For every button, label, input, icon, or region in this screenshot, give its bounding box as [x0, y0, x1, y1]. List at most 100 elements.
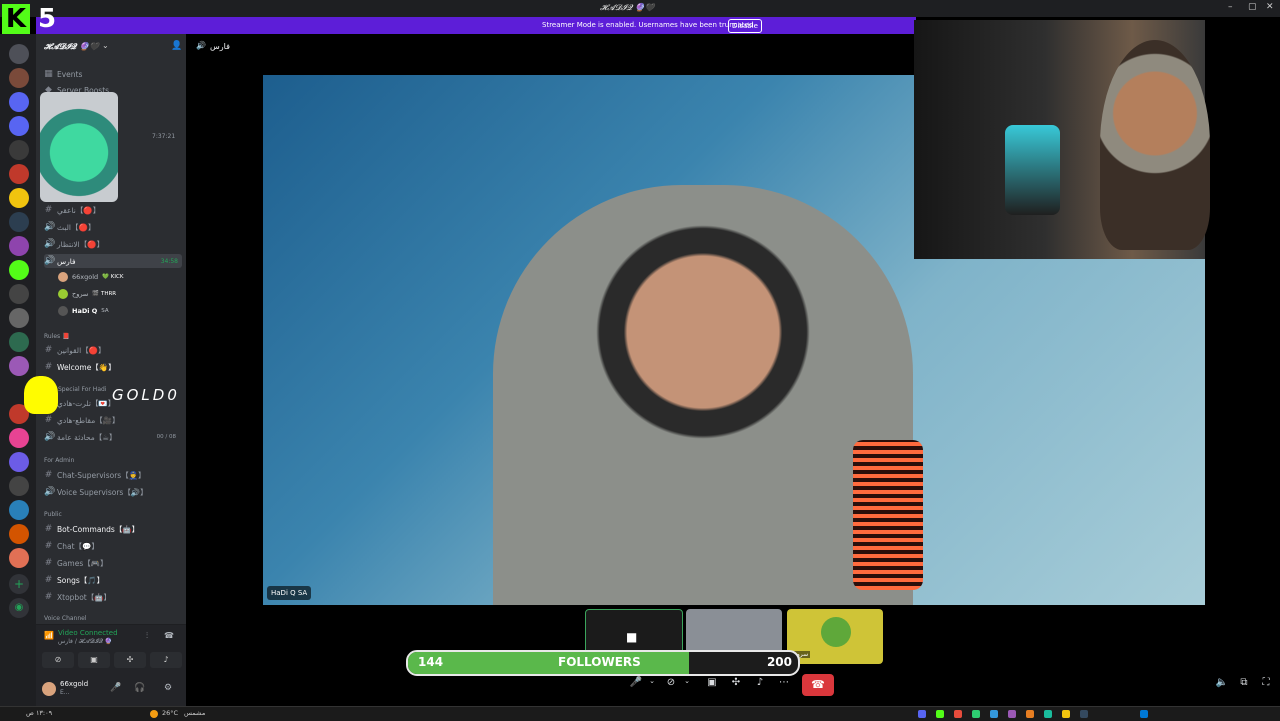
server-icon[interactable] [9, 164, 29, 184]
chevron-down-icon[interactable]: ⌄ [102, 41, 109, 50]
channel-label: Voice Supervisors【🔊】 [57, 487, 148, 497]
category-special[interactable]: Special For Hadi [58, 386, 106, 393]
microphone-visual [853, 440, 923, 590]
server-icon[interactable] [9, 356, 29, 376]
avatar[interactable] [42, 682, 56, 696]
events-item[interactable]: ▦ Events [44, 67, 184, 81]
server-icon[interactable] [9, 68, 29, 88]
channel-item[interactable]: # ناعقي【🔴】 [44, 203, 184, 217]
taskbar-app-icon[interactable] [1044, 710, 1052, 718]
frog-avatar [821, 617, 851, 647]
server-icon[interactable] [9, 44, 29, 64]
hash-icon: # [44, 575, 53, 585]
start-icon[interactable] [1140, 710, 1148, 718]
screen-share-icon[interactable]: ▣ [703, 677, 721, 693]
server-icon[interactable] [9, 308, 29, 328]
server-icon[interactable] [9, 500, 29, 520]
more-icon[interactable]: ⋯ [775, 677, 793, 693]
channel-item[interactable]: # Welcome【👋】 [44, 360, 184, 374]
disconnect-icon[interactable]: ☎ [164, 631, 174, 640]
category-public[interactable]: Public [44, 511, 62, 518]
close-icon[interactable]: ✕ [1266, 2, 1274, 12]
taskbar-time: ١٣:٠٩ ص [26, 709, 53, 717]
channel-label: تلرت-هادي【💌】 [57, 398, 116, 408]
headphones-icon[interactable]: 🎧 [134, 683, 145, 693]
speaker-icon: 🔊 [44, 222, 56, 232]
channel-item[interactable]: # القوانين【🔴】 [44, 343, 184, 357]
maximize-icon[interactable]: ▢ [1248, 2, 1257, 12]
voice-member[interactable]: HaDi Q SA [58, 306, 109, 316]
noise-suppression-icon[interactable]: ⫶ [146, 631, 148, 641]
server-icon[interactable] [9, 428, 29, 448]
taskbar-app-icon[interactable] [918, 710, 926, 718]
video-toggle-button[interactable]: ⊘ [42, 652, 74, 668]
member-name: 66xgold [72, 273, 99, 281]
taskbar-app-icon[interactable] [1062, 710, 1070, 718]
activities-icon[interactable]: ✣ [727, 677, 745, 693]
add-friend-icon[interactable]: 👤 [171, 41, 182, 51]
chevron-down-icon[interactable]: ⌄ [643, 677, 661, 693]
server-icon[interactable] [9, 524, 29, 544]
channel-item[interactable]: # Songs【🎵】 [44, 573, 184, 587]
server-icon[interactable] [9, 92, 29, 112]
avatar [58, 272, 68, 282]
active-voice-channel[interactable]: 🔊 فارس 34:58 [44, 254, 182, 268]
gear-icon[interactable]: ⚙ [164, 683, 172, 693]
taskbar-weather: 26°C [162, 709, 179, 717]
chevron-down-icon[interactable]: ⌄ [678, 677, 696, 693]
volume-icon[interactable]: 🔈 [1213, 677, 1231, 693]
channel-item[interactable]: # Bot-Commands【🤖】 [44, 522, 184, 536]
channel-item[interactable]: # مقاطع-هادي【🎥】 [44, 413, 184, 427]
voice-member[interactable]: 66xgold 💚 KICK [58, 272, 123, 282]
channel-item[interactable]: # Xtopbot【🤖】 [44, 590, 184, 604]
activities-button[interactable]: ✣ [114, 652, 146, 668]
kick-number: 5 [38, 4, 57, 34]
server-icon[interactable] [9, 452, 29, 472]
streamer-mode-banner: Streamer Mode is enabled. Usernames have… [36, 17, 916, 34]
server-icon[interactable] [9, 476, 29, 496]
hash-icon: # [44, 415, 53, 425]
voice-member[interactable]: سروح 🎬 THRR [58, 289, 116, 299]
channel-item[interactable]: 🔊 الانتظار【🔴】 [44, 237, 184, 251]
taskbar-app-icon[interactable] [936, 710, 944, 718]
server-icon[interactable] [9, 116, 29, 136]
channel-label: القوانين【🔴】 [57, 345, 106, 355]
server-icon[interactable] [9, 260, 29, 280]
server-icon[interactable] [9, 332, 29, 352]
avatar [58, 289, 68, 299]
server-icon[interactable] [9, 236, 29, 256]
taskbar-app-icon[interactable] [972, 710, 980, 718]
add-server-icon[interactable]: + [9, 574, 29, 594]
category-admin[interactable]: For Admin [44, 457, 74, 464]
channel-item[interactable]: 🔊 Voice Supervisors【🔊】 [44, 485, 184, 499]
channel-item[interactable]: 🔊 محادثة عامة【☕】 00 / 08 [44, 430, 184, 444]
taskbar-app-icon[interactable] [954, 710, 962, 718]
microphone-icon[interactable]: 🎤 [110, 683, 121, 693]
minimize-icon[interactable]: – [1228, 2, 1233, 12]
hang-up-button[interactable]: ☎ [802, 674, 834, 696]
server-icon[interactable] [9, 548, 29, 568]
channel-item[interactable]: # Games【🎮】 [44, 556, 184, 570]
taskbar-app-icon[interactable] [1026, 710, 1034, 718]
soundboard-button[interactable]: ♪ [150, 652, 182, 668]
explore-icon[interactable]: ◉ [9, 598, 29, 618]
popout-icon[interactable]: ⧉ [1235, 677, 1253, 693]
channel-item[interactable]: # Chat【💬】 [44, 539, 184, 553]
server-icon[interactable] [9, 284, 29, 304]
taskbar-app-icon[interactable] [1008, 710, 1016, 718]
disable-streamer-mode-button[interactable]: Disable [728, 19, 762, 33]
server-icon[interactable] [9, 212, 29, 232]
fullscreen-icon[interactable]: ⛶ [1257, 677, 1275, 693]
category-rules[interactable]: Rules 📕 [44, 333, 70, 340]
channel-item[interactable]: 🔊 البث【🔴】 [44, 220, 184, 234]
server-name[interactable]: 𝓗𝓐𝓓𝓘𝓠 🔮🖤 [44, 42, 99, 52]
participant-tile[interactable]: سروح [787, 609, 883, 664]
taskbar-app-icon[interactable] [990, 710, 998, 718]
taskbar-app-icon[interactable] [1080, 710, 1088, 718]
soundboard-icon[interactable]: ♪ [751, 677, 769, 693]
screen-share-button[interactable]: ▣ [78, 652, 110, 668]
server-icon[interactable] [9, 188, 29, 208]
channel-item[interactable]: # Chat-Supervisors【👮】 [44, 468, 184, 482]
server-icon[interactable] [9, 140, 29, 160]
category-voice[interactable]: Voice Channel [44, 615, 87, 622]
